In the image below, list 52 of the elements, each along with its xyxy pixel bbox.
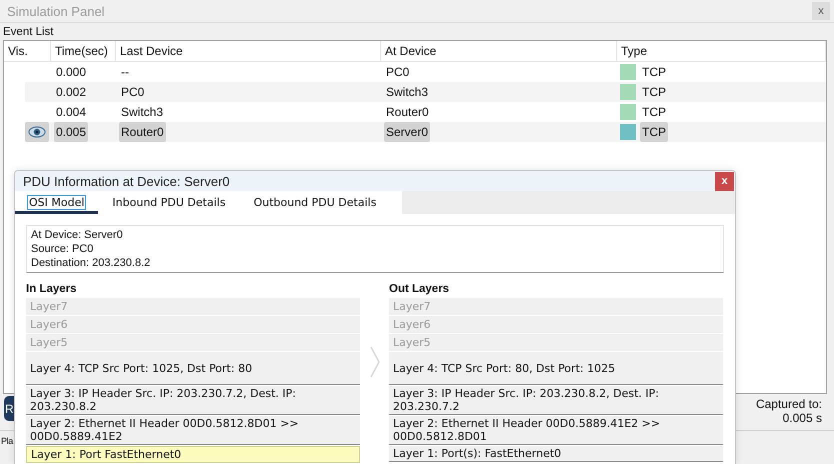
- table-cell: Server0: [384, 122, 430, 142]
- info-line: Destination: 203.230.8.2: [31, 256, 152, 270]
- layer-row[interactable]: Layer 4: TCP Src Port: 80, Dst Port: 1025: [389, 352, 723, 385]
- column-header[interactable]: Type: [617, 41, 826, 61]
- layer-row[interactable]: Layer 3: IP Header Src. IP: 203.230.8.2, Dest. IP: 203.230.7.2: [389, 386, 723, 415]
- table-cell-text: 0.002: [55, 84, 88, 101]
- tab[interactable]: Outbound PDU Details: [240, 191, 390, 214]
- table-cell-text: TCP: [641, 64, 667, 81]
- table-cell-text: TCP: [641, 104, 667, 121]
- table-cell-text: 0.000: [55, 64, 88, 81]
- captured-value: 0.005 s: [782, 411, 822, 425]
- table-cell: 0.005: [54, 122, 88, 142]
- event-row[interactable]: 0.002 PC0 Switch3 TCP: [25, 82, 826, 102]
- column-header[interactable]: Time(sec): [51, 41, 116, 61]
- table-cell: Router0: [119, 122, 166, 142]
- table-cell-text: PC0: [385, 64, 410, 81]
- column-header[interactable]: Last Device: [116, 41, 381, 61]
- column-header[interactable]: Vis.: [4, 41, 51, 61]
- section-label: Event List: [2, 25, 54, 40]
- eye-icon[interactable]: [25, 122, 49, 142]
- table-cell-text: 0.004: [55, 104, 88, 121]
- tab[interactable]: Inbound PDU Details: [98, 191, 240, 214]
- chevron-icon: [370, 346, 380, 378]
- info-line: At Device: Server0: [31, 228, 124, 242]
- column-header[interactable]: At Device: [381, 41, 617, 61]
- tab[interactable]: OSI Model: [15, 191, 98, 214]
- captured-label: Captured to:: [756, 397, 822, 411]
- close-button[interactable]: x: [715, 172, 734, 190]
- info-line: Source: PC0: [31, 242, 94, 256]
- column-title: In Layers: [26, 282, 78, 296]
- table-cell-text: Switch3: [120, 104, 164, 121]
- column-title: Out Layers: [389, 282, 450, 296]
- window-title: Simulation Panel: [7, 4, 105, 18]
- layer-row[interactable]: Layer 2: Ethernet II Header 00D0.5889.41E2 >> 00D0.5812.8D01: [389, 416, 723, 445]
- event-row[interactable]: 0.000 -- PC0 TCP: [25, 62, 826, 82]
- close-button[interactable]: x: [812, 2, 830, 20]
- side-button[interactable]: R: [4, 396, 14, 421]
- layer-row[interactable]: Layer 1: Port FastEthernet0: [26, 446, 360, 463]
- table-cell-text: PC0: [120, 84, 146, 101]
- table-cell-text: TCP: [641, 84, 667, 101]
- table-cell-text: Router0: [385, 104, 430, 121]
- table-cell: TCP: [640, 122, 668, 142]
- layer-row[interactable]: Layer 2: Ethernet II Header 00D0.5812.8D01 >> 00D0.5889.41E2: [26, 416, 360, 445]
- event-row[interactable]: 0.004 Switch3 Router0 TCP: [25, 102, 826, 122]
- layer-row[interactable]: Layer 1: Port(s): FastEthernet0: [389, 446, 723, 462]
- footer-text: Pla: [0, 435, 13, 446]
- layer-row[interactable]: Layer 3: IP Header Src. IP: 203.230.7.2, Dest. IP: 203.230.8.2: [26, 386, 360, 415]
- dialog-title: PDU Information at Device: Server0: [23, 174, 230, 188]
- event-row[interactable]: 0.005 Router0 Server0 TCP: [25, 122, 826, 142]
- table-cell-text: Switch3: [385, 84, 430, 101]
- table-cell-text: --: [120, 64, 130, 81]
- layer-row[interactable]: Layer 4: TCP Src Port: 1025, Dst Port: 80: [26, 352, 360, 385]
